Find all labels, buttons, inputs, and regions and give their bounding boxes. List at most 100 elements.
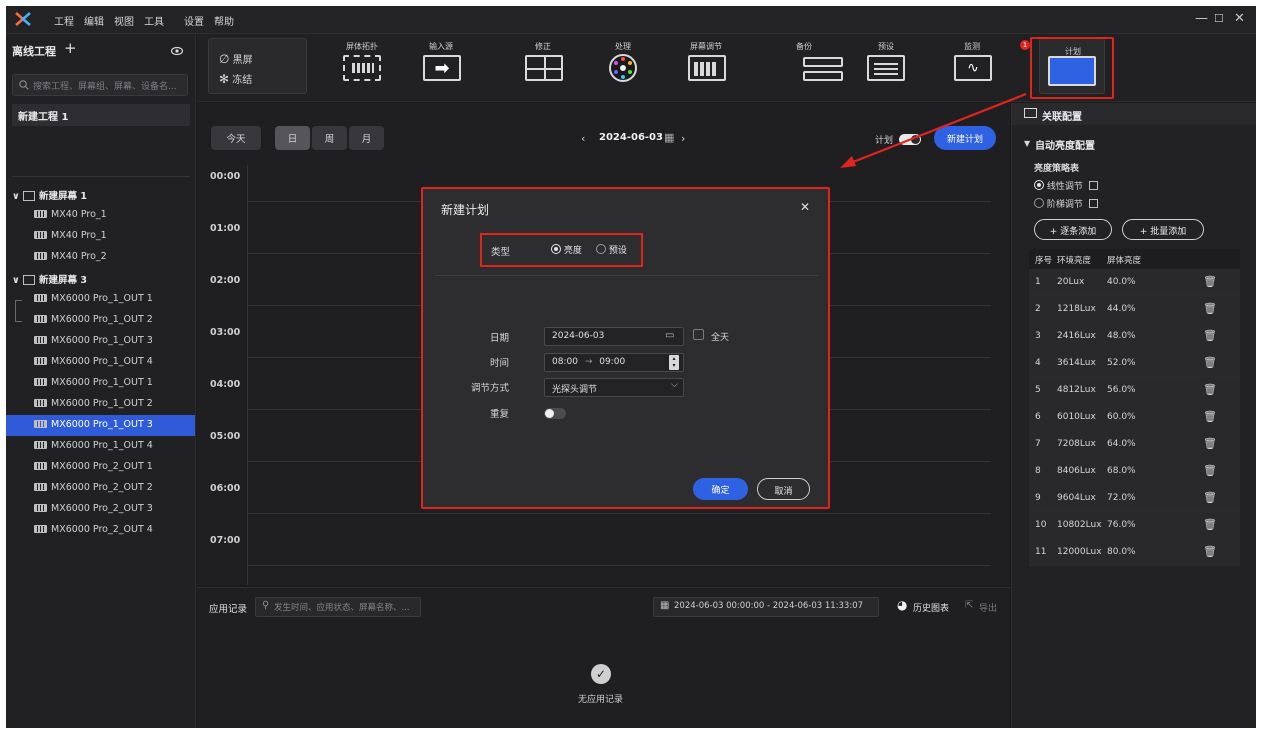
- delete-icon[interactable]: 🗑: [1203, 491, 1217, 504]
- close-window-button[interactable]: ✕: [1234, 11, 1245, 26]
- time-range-field[interactable]: 08:00 → 09:00 ▴ ▾: [544, 353, 684, 372]
- add-project-button[interactable]: +: [64, 39, 77, 57]
- tree-device[interactable]: MX6000 Pro_2_OUT 2: [6, 478, 195, 499]
- log-search-input[interactable]: ⚲ 发生时间、应用状态、屏幕名称、...: [255, 597, 421, 617]
- time-label: 07:00: [210, 535, 241, 546]
- chevron-down-icon[interactable]: ∨: [12, 275, 23, 286]
- confirm-button[interactable]: 确定: [693, 478, 748, 500]
- delete-icon[interactable]: 🗑: [1203, 518, 1217, 531]
- edit-icon[interactable]: [1088, 199, 1098, 208]
- tree-device[interactable]: MX6000 Pro_1_OUT 3: [6, 331, 195, 352]
- view-week-tab[interactable]: 周: [312, 126, 347, 150]
- tree-item-label: MX6000 Pro_2_OUT 4: [51, 524, 153, 535]
- freeze-label: 冻结: [232, 75, 253, 86]
- time-stepper-icon[interactable]: ▴ ▾: [669, 355, 679, 370]
- tree-item-label: 新建屏幕 3: [39, 275, 87, 286]
- color-wheel-icon: [609, 54, 637, 82]
- calendar-icon: ▦: [660, 600, 670, 611]
- monitor-label: 监测: [964, 42, 980, 51]
- close-dialog-button[interactable]: ✕: [800, 200, 810, 214]
- project-item[interactable]: 新建工程 1: [12, 104, 190, 126]
- table-row: 11 12000Lux 80.0% 🗑: [1029, 539, 1240, 566]
- blackout-button[interactable]: ∅ 黑屏: [219, 51, 253, 66]
- delete-icon[interactable]: 🗑: [1203, 383, 1217, 396]
- row-index: 6: [1035, 412, 1041, 422]
- preset-icon: [867, 55, 905, 81]
- export-button[interactable]: 导出: [979, 601, 997, 614]
- tree-group[interactable]: ∨ 新建屏幕 3: [6, 268, 195, 289]
- delete-icon[interactable]: 🗑: [1203, 464, 1217, 477]
- tree-device[interactable]: MX6000 Pro_2_OUT 4: [6, 520, 195, 541]
- tree-device[interactable]: MX6000 Pro_1_OUT 4: [6, 436, 195, 457]
- empty-check-icon: ✓: [591, 664, 611, 684]
- tree-device[interactable]: MX6000 Pro_2_OUT 3: [6, 499, 195, 520]
- row-ambient-brightness: 1218Lux: [1057, 304, 1096, 314]
- time-separator: →: [584, 357, 593, 367]
- delete-icon[interactable]: 🗑: [1203, 302, 1217, 315]
- time-start: 08:00: [552, 357, 578, 367]
- linear-mode-radio[interactable]: 线性调节: [1034, 179, 1098, 192]
- device-icon: [34, 231, 47, 239]
- prev-date-button[interactable]: ‹: [581, 132, 585, 145]
- delete-icon[interactable]: 🗑: [1203, 356, 1217, 369]
- delete-icon[interactable]: 🗑: [1203, 329, 1217, 342]
- backup-icon: [803, 57, 843, 67]
- device-icon: [34, 357, 47, 365]
- tree-device[interactable]: MX6000 Pro_1_OUT 1: [6, 289, 195, 310]
- device-icon: [34, 483, 47, 491]
- type-brightness-radio[interactable]: 亮度: [551, 243, 582, 256]
- delete-icon[interactable]: 🗑: [1203, 275, 1217, 288]
- eye-icon[interactable]: [171, 47, 183, 55]
- tree-device[interactable]: MX6000 Pro_1_OUT 3: [6, 415, 195, 436]
- calendar-icon[interactable]: ▦: [664, 131, 674, 144]
- all-day-checkbox[interactable]: [693, 329, 704, 340]
- view-day-tab[interactable]: 日: [275, 126, 310, 150]
- col-index: 序号: [1035, 256, 1053, 266]
- menu-project[interactable]: 工程: [54, 13, 74, 28]
- delete-icon[interactable]: 🗑: [1203, 437, 1217, 450]
- edit-icon[interactable]: [1088, 181, 1098, 190]
- repeat-toggle[interactable]: [544, 408, 566, 419]
- tree-item-label: MX6000 Pro_1_OUT 4: [51, 356, 153, 367]
- search-icon: [19, 80, 29, 90]
- next-date-button[interactable]: ›: [681, 132, 685, 145]
- menu-help[interactable]: 帮助: [214, 13, 234, 28]
- tree-device[interactable]: MX6000 Pro_1_OUT 4: [6, 352, 195, 373]
- tree-device[interactable]: MX40 Pro_1: [6, 205, 195, 226]
- tree-device[interactable]: MX40 Pro_2: [6, 247, 195, 268]
- tree-device[interactable]: MX40 Pro_1: [6, 226, 195, 247]
- maximize-button[interactable]: ☐: [1214, 12, 1224, 25]
- tree-group[interactable]: ∨ 新建屏幕 1: [6, 184, 195, 205]
- tree-device[interactable]: MX6000 Pro_1_OUT 1: [6, 373, 195, 394]
- type-preset-radio[interactable]: 预设: [596, 243, 627, 256]
- date-field[interactable]: 2024-06-03 ▭: [544, 327, 684, 346]
- tree-device[interactable]: MX6000 Pro_1_OUT 2: [6, 310, 195, 331]
- search-placeholder: 搜索工程、屏幕组、屏幕、设备名...: [33, 82, 177, 92]
- cancel-button[interactable]: 取消: [757, 478, 810, 500]
- search-input[interactable]: 搜索工程、屏幕组、屏幕、设备名...: [12, 74, 188, 96]
- menu-edit[interactable]: 编辑: [84, 13, 104, 28]
- row-index: 1: [1035, 277, 1041, 287]
- tree-device[interactable]: MX6000 Pro_2_OUT 1: [6, 457, 195, 478]
- menu-tools[interactable]: 工具: [144, 13, 164, 28]
- add-one-button[interactable]: + 逐条添加: [1034, 219, 1112, 240]
- tree-item-label: MX6000 Pro_2_OUT 1: [51, 461, 153, 472]
- menu-settings[interactable]: 设置: [184, 13, 204, 28]
- tree-device[interactable]: MX6000 Pro_1_OUT 2: [6, 394, 195, 415]
- delete-icon[interactable]: 🗑: [1203, 545, 1217, 558]
- history-chart-button[interactable]: 历史图表: [913, 601, 949, 614]
- today-button[interactable]: 今天: [211, 126, 261, 150]
- view-month-tab[interactable]: 月: [349, 126, 384, 150]
- add-batch-button[interactable]: + 批量添加: [1122, 219, 1204, 240]
- date-range-picker[interactable]: ▦ 2024-06-03 00:00:00 - 2024-06-03 11:33…: [653, 597, 879, 617]
- adjust-mode-select[interactable]: 光探头调节 ⌵: [544, 378, 684, 397]
- delete-icon[interactable]: 🗑: [1203, 410, 1217, 423]
- chevron-down-icon[interactable]: ∨: [12, 191, 23, 202]
- linked-config-header[interactable]: 关联配置: [1012, 103, 1256, 125]
- minimize-button[interactable]: —: [1195, 11, 1208, 26]
- row-screen-brightness: 72.0%: [1107, 493, 1136, 503]
- row-screen-brightness: 44.0%: [1107, 304, 1136, 314]
- freeze-button[interactable]: ✻ 冻结: [219, 71, 252, 86]
- step-mode-radio[interactable]: 阶梯调节: [1034, 197, 1098, 210]
- menu-view[interactable]: 视图: [114, 13, 134, 28]
